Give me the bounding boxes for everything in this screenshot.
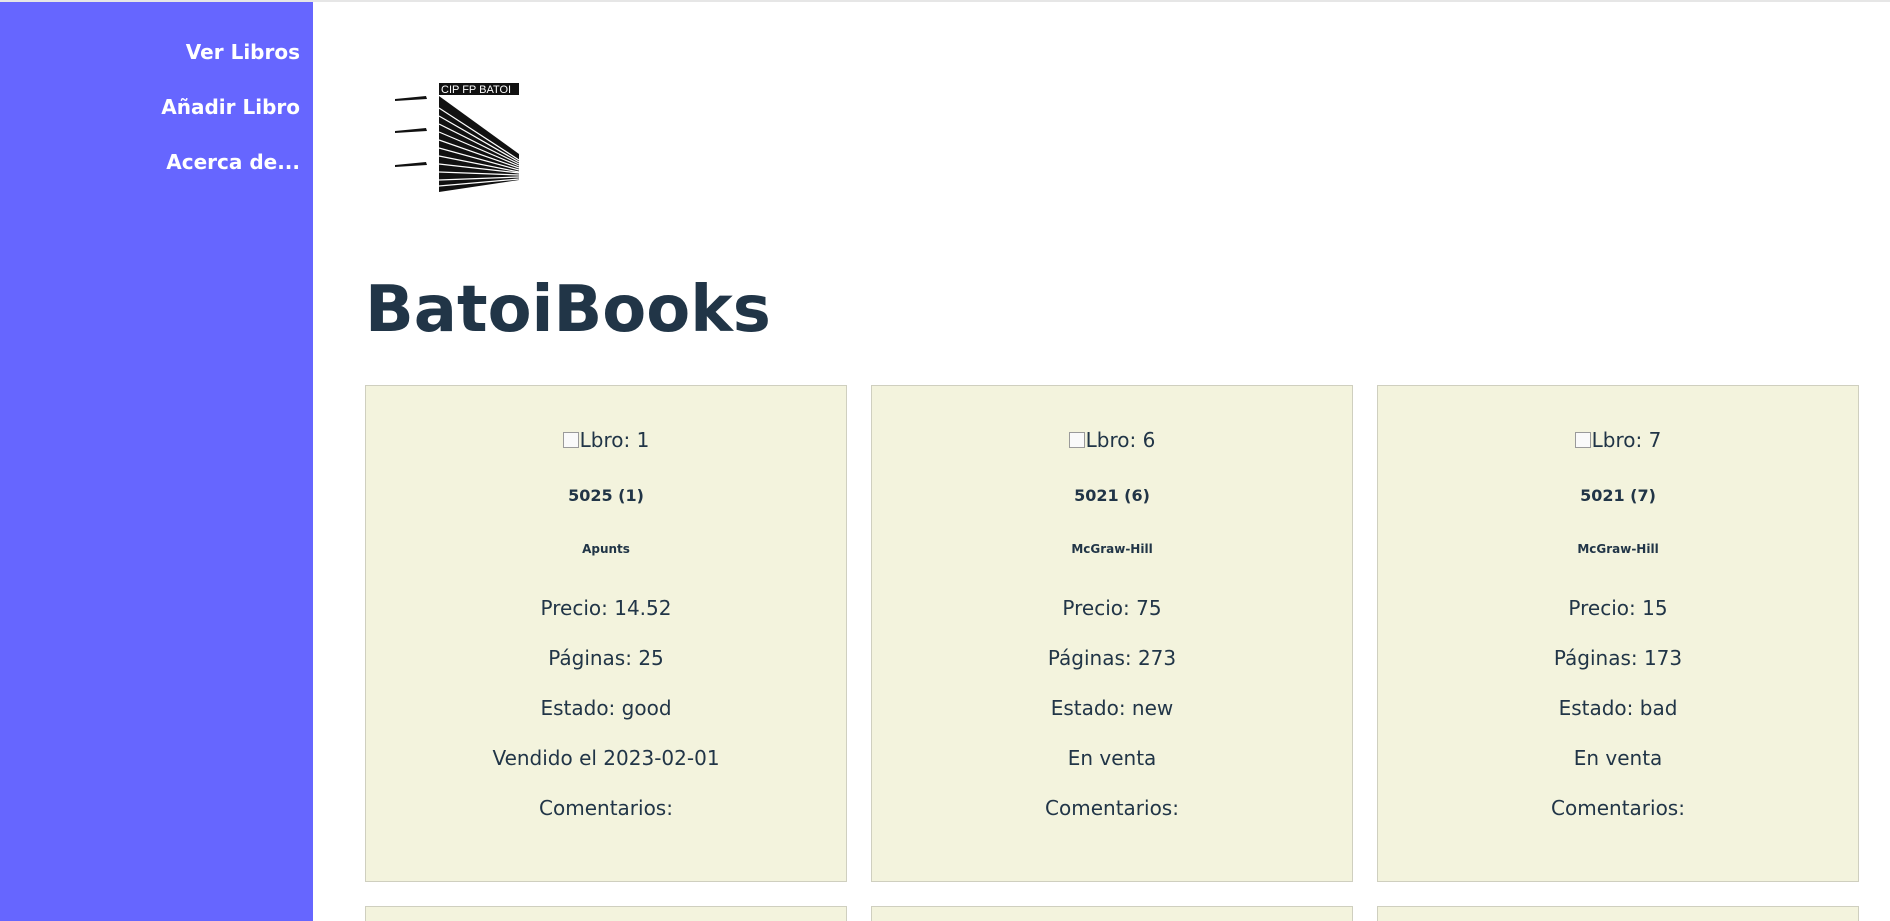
book-sale-status: En venta xyxy=(1067,746,1157,770)
book-title: 5021 (6) xyxy=(1074,486,1150,505)
book-price: Precio: 15 xyxy=(1568,596,1668,620)
book-publisher: McGraw-Hill xyxy=(1577,542,1659,556)
broken-image-icon xyxy=(1068,432,1085,448)
logo-text: CIP FP BATOI xyxy=(441,84,511,96)
book-comments: Comentarios: xyxy=(1045,796,1179,820)
page-title: BatoiBooks xyxy=(365,273,771,347)
sidebar: Ver Libros Añadir Libro Acerca de... xyxy=(0,2,313,921)
book-image-alt: Lbro: 6 xyxy=(1085,428,1156,452)
book-image: Lbro: 1 xyxy=(366,428,846,452)
broken-image-icon xyxy=(1574,432,1591,448)
nav-acerca-de[interactable]: Acerca de... xyxy=(166,150,300,174)
book-price: Precio: 14.52 xyxy=(540,596,672,620)
book-publisher: McGraw-Hill xyxy=(1071,542,1153,556)
book-state: Estado: new xyxy=(1050,696,1174,720)
book-card: Lbro: 7 5021 (7) McGraw-Hill Precio: 15 … xyxy=(1377,385,1859,882)
book-card-partial xyxy=(365,906,847,921)
book-state: Estado: bad xyxy=(1558,696,1678,720)
book-image-alt: Lbro: 7 xyxy=(1591,428,1662,452)
book-state: Estado: good xyxy=(540,696,672,720)
book-comments: Comentarios: xyxy=(1551,796,1685,820)
book-publisher: Apunts xyxy=(582,542,630,556)
book-sale-status: En venta xyxy=(1573,746,1663,770)
cip-fp-batoi-logo: CIP FP BATOI xyxy=(392,80,522,195)
book-sale-status: Vendido el 2023-02-01 xyxy=(492,746,720,770)
book-image: Lbro: 7 xyxy=(1378,428,1858,452)
book-card: Lbro: 6 5021 (6) McGraw-Hill Precio: 75 … xyxy=(871,385,1353,882)
logo-graphic: CIP FP BATOI xyxy=(392,80,522,195)
book-image: Lbro: 6 xyxy=(872,428,1352,452)
nav-ver-libros[interactable]: Ver Libros xyxy=(186,40,300,64)
book-pages: Páginas: 173 xyxy=(1553,646,1683,670)
book-comments: Comentarios: xyxy=(539,796,673,820)
book-pages: Páginas: 25 xyxy=(548,646,664,670)
book-pages: Páginas: 273 xyxy=(1047,646,1177,670)
book-title: 5025 (1) xyxy=(568,486,644,505)
book-card: Lbro: 1 5025 (1) Apunts Precio: 14.52 Pá… xyxy=(365,385,847,882)
nav-anadir-libro[interactable]: Añadir Libro xyxy=(161,95,300,119)
book-title: 5021 (7) xyxy=(1580,486,1656,505)
book-image-alt: Lbro: 1 xyxy=(579,428,650,452)
book-price: Precio: 75 xyxy=(1062,596,1162,620)
book-card-partial xyxy=(871,906,1353,921)
broken-image-icon xyxy=(562,432,579,448)
book-card-partial xyxy=(1377,906,1859,921)
